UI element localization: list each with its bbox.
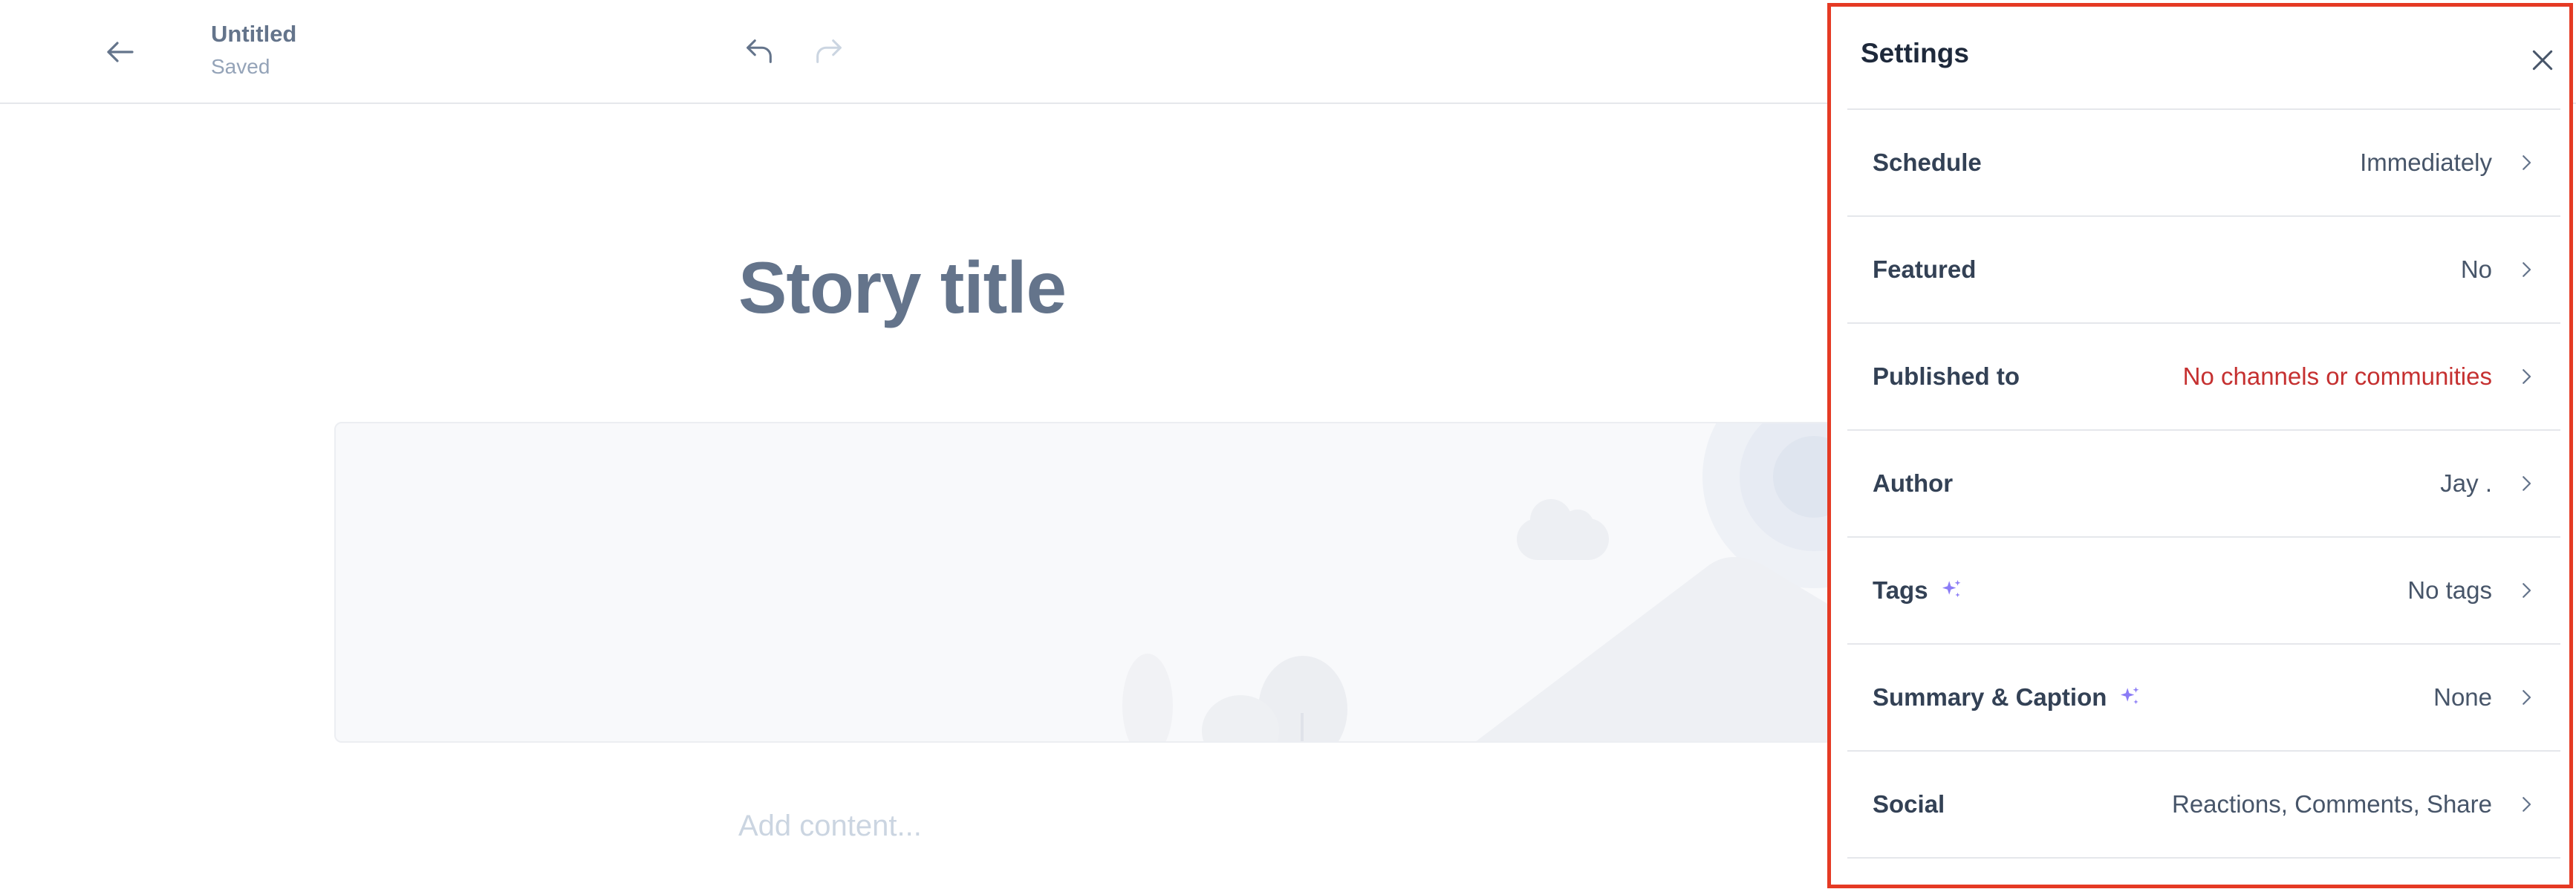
setting-value: Reactions, Comments, Share (2171, 790, 2492, 818)
setting-label-text: Featured (1873, 255, 1977, 283)
chevron-right-icon (2513, 684, 2540, 711)
setting-value: None (2433, 683, 2492, 711)
story-title-input[interactable]: Story title (738, 247, 1067, 328)
ai-sparkle-icon (2117, 685, 2142, 710)
chevron-right-icon (2513, 256, 2540, 283)
chevron-right-icon (2513, 363, 2540, 390)
setting-row-tags[interactable]: Tags No tags (1847, 538, 2560, 645)
setting-label-text: Schedule (1873, 149, 1982, 176)
setting-label-text: Tags (1873, 576, 1928, 604)
setting-row-author[interactable]: Author Jay . (1847, 431, 2560, 538)
document-title: Untitled (211, 21, 297, 47)
settings-title: Settings (1861, 38, 1969, 68)
ai-sparkle-icon (1939, 578, 1964, 603)
back-button[interactable] (97, 28, 144, 76)
close-icon (2532, 50, 2553, 71)
setting-label-text: Summary & Caption (1873, 683, 2107, 711)
content-input[interactable]: Add content... (738, 810, 922, 843)
redo-button[interactable] (805, 28, 853, 76)
landscape-illustration (1122, 423, 1833, 741)
setting-value: No (2460, 255, 2492, 283)
cover-image-placeholder[interactable] (334, 422, 1835, 743)
chevron-right-icon (2513, 791, 2540, 818)
setting-label: Social (1873, 790, 1945, 818)
setting-row-social[interactable]: Social Reactions, Comments, Share (1847, 752, 2560, 859)
setting-label: Author (1873, 469, 1953, 498)
setting-label: Featured (1873, 255, 1976, 284)
setting-label: Tags (1873, 576, 1964, 605)
redo-icon (816, 39, 842, 63)
setting-label-text: Author (1873, 469, 1954, 497)
settings-list: Schedule Immediately Featured No Publish… (1847, 108, 2560, 859)
save-status: Saved (211, 55, 270, 78)
arrow-left-icon (107, 42, 134, 62)
setting-row-schedule[interactable]: Schedule Immediately (1847, 110, 2560, 217)
undo-icon (747, 39, 772, 63)
setting-row-summary-caption[interactable]: Summary & Caption None (1847, 645, 2560, 752)
setting-label-text: Published to (1873, 362, 2020, 390)
chevron-right-icon (2513, 149, 2540, 176)
undo-button[interactable] (735, 28, 783, 76)
settings-panel: Settings Schedule Immediately Featured N… (1827, 3, 2573, 888)
chevron-right-icon (2513, 577, 2540, 604)
setting-value: No tags (2407, 576, 2492, 604)
setting-label: Published to (1873, 362, 2020, 391)
chevron-right-icon (2513, 470, 2540, 497)
setting-value-warning: No channels or communities (2182, 362, 2492, 390)
setting-label: Schedule (1873, 149, 1982, 177)
setting-row-featured[interactable]: Featured No (1847, 217, 2560, 324)
setting-label-text: Social (1873, 790, 1945, 818)
setting-row-published-to[interactable]: Published to No channels or communities (1847, 324, 2560, 431)
setting-value: Jay . (2440, 469, 2492, 497)
setting-value: Immediately (2360, 149, 2492, 176)
setting-label: Summary & Caption (1873, 683, 2142, 712)
close-settings-button[interactable] (2525, 42, 2560, 78)
